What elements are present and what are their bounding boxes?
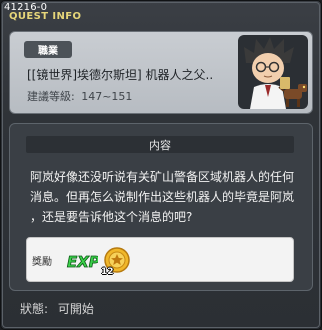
level-range: 147~151: [81, 90, 133, 103]
status-label: 狀態:: [20, 302, 49, 316]
content-header: 内容: [26, 136, 294, 153]
svg-text:EXP: EXP: [67, 253, 98, 270]
quest-status: 狀態: 可開始: [20, 300, 94, 317]
npc-scientist-portrait: [238, 35, 308, 109]
quest-name: [[镜世界]埃德尔斯坦] 机器人之父..: [27, 68, 214, 82]
exp-icon: EXP: [67, 253, 98, 270]
window-title: QUEST INFO: [9, 11, 82, 22]
recommended-level: 建議等級: 147~151: [27, 88, 132, 104]
quest-description: 阿岚好像还没听说有关矿山警备区域机器人的任何 消息。但再怎么说制作出这些机器人的…: [30, 170, 295, 224]
reward-label: 獎勵: [32, 257, 52, 268]
job-badge: 職業: [24, 41, 72, 58]
reward-item-count: 12: [101, 267, 114, 277]
level-label: 建議等級:: [27, 90, 75, 103]
status-value: 可開始: [57, 302, 94, 316]
